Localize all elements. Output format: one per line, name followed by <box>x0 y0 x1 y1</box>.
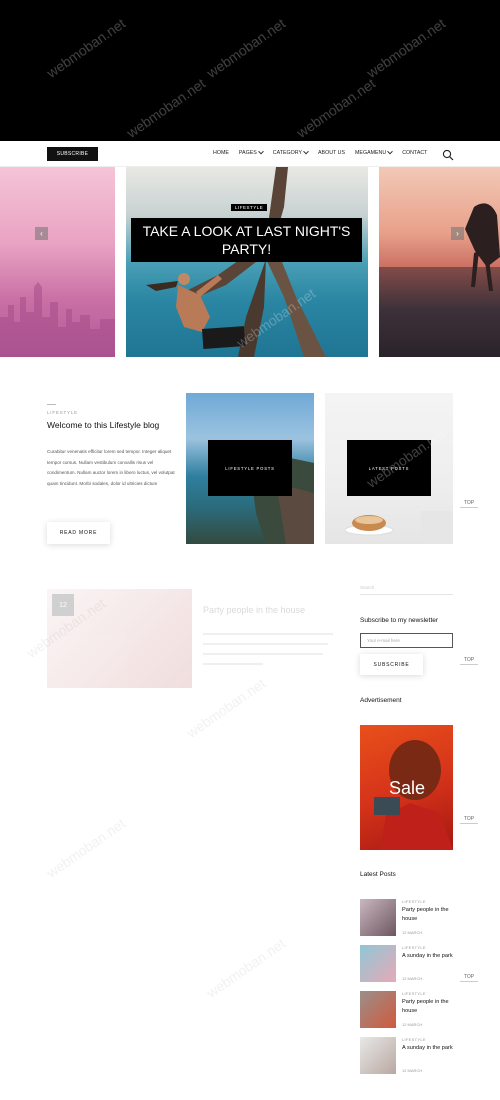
nav-label: PAGES <box>238 150 257 156</box>
ad-sale-text: Sale <box>389 778 426 798</box>
newsletter-heading: Subscribe to my newsletter <box>360 617 439 624</box>
chevron-down-icon <box>303 148 309 155</box>
text-line <box>203 633 333 635</box>
navbar: SUBSCRIBE HOME PAGES CATEGORY ABOUT US M… <box>0 141 500 167</box>
post-thumbnail <box>360 899 396 936</box>
latest-post-item[interactable]: LIFESTYLE Party people in the house 12 M… <box>360 899 455 939</box>
slide-image-featured[interactable] <box>126 167 368 357</box>
nav-label: CATEGORY <box>272 150 303 156</box>
latest-post-item[interactable]: LIFESTYLE A sunday in the park 12 MARCH <box>360 1037 455 1077</box>
nav-item-home[interactable]: HOME <box>213 150 229 156</box>
climber-tree-image <box>146 167 326 357</box>
back-to-top-link[interactable]: TOP <box>460 657 478 665</box>
intro-title: Welcome to this Lifestyle blog <box>47 420 160 430</box>
post-date: 12 MARCH <box>402 976 423 981</box>
lifestyle-posts-card[interactable]: LIFESTYLE POSTS <box>186 393 314 544</box>
email-field[interactable]: Your e-mail here <box>360 633 453 648</box>
latest-post-item[interactable]: LIFESTYLE Party people in the house 12 M… <box>360 991 455 1031</box>
post-date: 12 MARCH <box>402 1068 423 1073</box>
header-banner <box>0 0 500 141</box>
slide-category-tag[interactable]: LIFESTYLE <box>231 204 268 211</box>
beach-horse-image <box>379 203 500 357</box>
post-title[interactable]: Party people in the house <box>203 605 305 615</box>
post-category[interactable]: LIFESTYLE <box>402 1037 426 1042</box>
post-title[interactable]: Party people in the house <box>402 906 458 923</box>
slide-image-city[interactable] <box>0 167 115 357</box>
advertisement-banner[interactable]: Sale <box>360 725 453 850</box>
nav-item-contact[interactable]: CONTACT <box>402 150 427 156</box>
hero-slider: ‹ › LIFESTYLE TAKE A LOOK AT LAST NIGHT'… <box>0 167 500 357</box>
nav-label: ABOUT US <box>318 150 345 156</box>
post-title[interactable]: A sunday in the park <box>402 1044 458 1053</box>
text-line <box>203 653 323 655</box>
card-label: LIFESTYLE POSTS <box>208 440 292 496</box>
card-label: LATEST POSTS <box>347 440 431 496</box>
chevron-down-icon <box>387 148 394 155</box>
post-category[interactable]: LIFESTYLE <box>402 991 426 996</box>
nav-label: MEGAMENU <box>355 150 387 156</box>
subscribe-button[interactable]: SUBSCRIBE <box>47 147 98 161</box>
divider <box>360 594 453 595</box>
post-thumbnail <box>360 945 396 982</box>
latest-posts-card[interactable]: LATEST POSTS <box>325 393 453 544</box>
chevron-left-icon[interactable]: ‹ <box>35 227 48 240</box>
nav-item-category[interactable]: CATEGORY <box>272 148 309 156</box>
latest-post-item[interactable]: LIFESTYLE A sunday in the park 12 MARCH <box>360 945 455 985</box>
watermark: webmoban.net <box>203 935 289 1001</box>
read-more-button[interactable]: READ MORE <box>47 522 110 544</box>
intro-category: LIFESTYLE <box>47 410 78 415</box>
post-date: 12 MARCH <box>402 1022 423 1027</box>
nav-label: HOME <box>213 150 229 156</box>
post-thumbnail <box>360 1037 396 1074</box>
intro-text: Curabitur venenatis efficitur lorem sed … <box>47 449 175 486</box>
slide-title[interactable]: TAKE A LOOK AT LAST NIGHT'S PARTY! <box>131 218 362 262</box>
post-date: 12 MARCH <box>402 930 423 935</box>
chevron-down-icon <box>257 148 264 155</box>
post-title[interactable]: A sunday in the park <box>402 952 458 961</box>
sidebar-search-input[interactable]: Search <box>360 585 374 590</box>
chevron-right-icon[interactable]: › <box>451 227 464 240</box>
nav-menu: HOME PAGES CATEGORY ABOUT US MEGAMENU CO… <box>213 148 437 156</box>
city-skyline-image <box>0 282 115 357</box>
back-to-top-link[interactable]: TOP <box>460 500 478 508</box>
text-line <box>203 663 263 665</box>
latest-posts-heading: Latest Posts <box>360 871 396 878</box>
nav-item-megamenu[interactable]: MEGAMENU <box>355 148 394 156</box>
post-category[interactable]: LIFESTYLE <box>402 945 426 950</box>
post-category[interactable]: LIFESTYLE <box>402 899 426 904</box>
divider <box>47 404 56 405</box>
post-date-badge: 12 <box>52 594 74 616</box>
text-line <box>203 643 328 645</box>
watermark: webmoban.net <box>43 815 129 881</box>
advertisement-heading: Advertisement <box>360 697 402 704</box>
slide-image-beach[interactable] <box>379 167 500 357</box>
nav-item-pages[interactable]: PAGES <box>238 148 264 156</box>
nav-item-about-us[interactable]: ABOUT US <box>318 150 345 156</box>
post-thumbnail <box>360 991 396 1028</box>
post-title[interactable]: Party people in the house <box>402 998 458 1015</box>
newsletter-subscribe-button[interactable]: SUBSCRIBE <box>360 654 423 675</box>
back-to-top-link[interactable]: TOP <box>460 816 478 824</box>
post-preview[interactable]: 12 Party people in the house <box>47 589 347 689</box>
nav-label: CONTACT <box>402 150 428 156</box>
back-to-top-link[interactable]: TOP <box>460 974 478 982</box>
search-icon[interactable] <box>442 149 454 161</box>
